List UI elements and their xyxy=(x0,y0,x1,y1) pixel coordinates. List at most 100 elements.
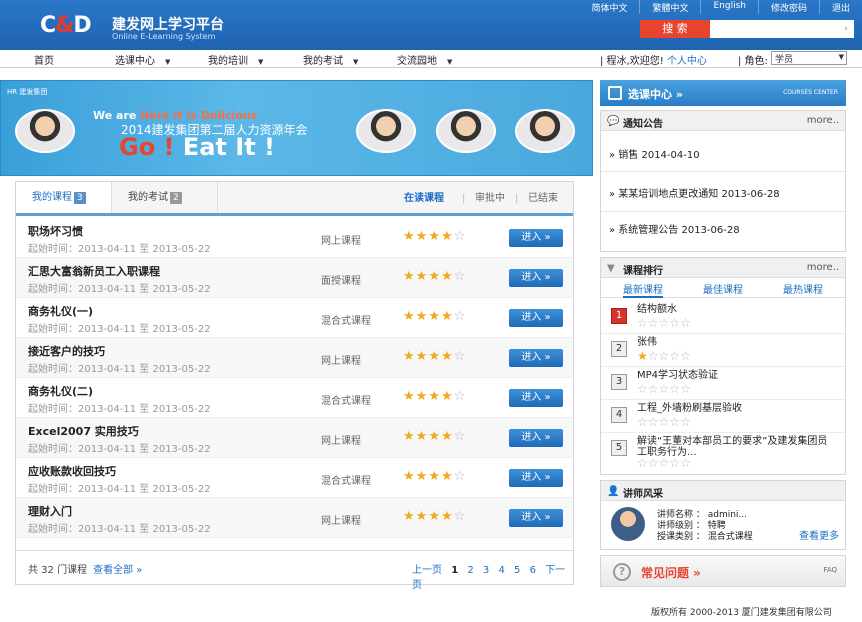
nav-community[interactable]: 交流园地 ▼ xyxy=(397,52,452,67)
table-row: 接近客户的技巧 起始时间：2013-04-11 至 2013-05-22 网上课程 ★… xyxy=(16,338,573,378)
search-go-icon[interactable]: › xyxy=(838,20,854,38)
table-row: 理财入门 起始时间：2013-04-11 至 2013-05-22 网上课程 ★★★★… xyxy=(16,498,573,538)
pager-page[interactable]: 3 xyxy=(483,565,489,576)
faq-box[interactable]: ? 常见问题 » FAQ xyxy=(600,555,846,587)
star-icon: ★ xyxy=(428,509,441,524)
divider xyxy=(601,333,845,334)
portrait-icon xyxy=(15,109,75,153)
star-icon: ★ xyxy=(415,309,429,324)
rank-course-name[interactable]: 张伟 xyxy=(637,337,837,348)
search-input[interactable] xyxy=(710,20,838,38)
star-icon: ☆ xyxy=(680,456,691,470)
pager-page[interactable]: 1 xyxy=(451,565,458,576)
star-icon: ☆ xyxy=(453,389,467,404)
portrait-icon xyxy=(515,109,575,153)
star-icon: ★ xyxy=(403,429,416,444)
star-icon: ☆ xyxy=(637,415,648,429)
teacher-type: 授课类别 ： 混合式课程 xyxy=(657,532,753,542)
course-rating: ★★★★☆ xyxy=(403,509,466,524)
tab-my-exams[interactable]: 我的考试 2 xyxy=(112,182,218,213)
logo[interactable]: C&D xyxy=(40,13,92,38)
filter-pending[interactable]: 审批中 xyxy=(475,182,505,216)
chevron-down-icon: ▼ xyxy=(447,58,453,66)
course-type: 网上课程 xyxy=(321,236,361,247)
star-icon: ☆ xyxy=(647,382,659,396)
pager-page[interactable]: 4 xyxy=(498,565,504,576)
monitor-icon xyxy=(608,86,622,100)
toplink-logout[interactable]: 退出 xyxy=(818,0,862,14)
search-button[interactable]: 搜 索 xyxy=(640,20,710,38)
nav-my-training[interactable]: 我的培训 ▼ xyxy=(208,52,263,67)
enter-button[interactable]: 进入 » xyxy=(509,469,563,487)
event-banner[interactable]: HR 建发集团 We are Here It is Delicious 2014… xyxy=(0,80,593,176)
course-title[interactable]: 接近客户的技巧 xyxy=(28,343,105,359)
filter-reading[interactable]: 在读课程 xyxy=(404,182,444,216)
rank-course-name[interactable]: 结构额水 xyxy=(637,304,837,315)
table-row: 职场坏习惯 起始时间：2013-04-11 至 2013-05-22 网上课程 ★★★… xyxy=(16,218,573,258)
rank-course-name[interactable]: 解读“王董对本部员工的要求”及建发集团员工职务行为... xyxy=(637,436,837,458)
course-time: 起始时间：2013-04-11 至 2013-05-22 xyxy=(28,244,211,255)
tab-newest[interactable]: 最新课程 xyxy=(623,281,663,298)
nav-home[interactable]: 首页 xyxy=(34,52,54,67)
toplink-change-password[interactable]: 修改密码 xyxy=(757,0,819,14)
tab-best[interactable]: 最佳课程 xyxy=(703,281,743,296)
course-title[interactable]: 应收账款收回技巧 xyxy=(28,463,116,479)
nav-course-center[interactable]: 选课中心 ▼ xyxy=(115,52,170,67)
ranking-more-link[interactable]: more.. xyxy=(807,262,839,273)
filter-done[interactable]: 已结束 xyxy=(528,182,558,216)
notice-item[interactable]: » 销售 2014-04-10 xyxy=(609,146,700,161)
course-type: 网上课程 xyxy=(321,356,361,367)
notice-box: 💬 通知公告 more.. » 销售 2014-04-10 » 某某培训地点更改… xyxy=(600,110,846,252)
star-icon: ☆ xyxy=(680,415,691,429)
pager-page[interactable]: 5 xyxy=(514,565,520,576)
star-icon: ☆ xyxy=(669,349,681,363)
header: C&D 建发网上学习平台 Online E-Learning System 简体… xyxy=(0,0,862,50)
enter-button[interactable]: 进入 » xyxy=(509,349,563,367)
banner-logo: HR 建发集团 xyxy=(7,88,48,96)
star-icon: ☆ xyxy=(647,316,659,330)
teacher-more-link[interactable]: 查看更多 xyxy=(799,527,839,542)
star-icon: ★ xyxy=(403,309,416,324)
star-icon: ★ xyxy=(403,509,416,524)
toplink-simplified[interactable]: 简体中文 xyxy=(579,0,639,14)
rank-number: 3 xyxy=(611,374,627,390)
course-title[interactable]: 商务礼仪(一) xyxy=(28,303,93,319)
rank-course-name[interactable]: MP4学习状态验证 xyxy=(637,370,837,381)
enter-button[interactable]: 进入 » xyxy=(509,269,563,287)
divider xyxy=(601,171,845,172)
star-icon: ★ xyxy=(440,429,454,444)
star-icon: ★ xyxy=(428,469,441,484)
toplink-traditional[interactable]: 繁體中文 xyxy=(639,0,700,14)
notice-item[interactable]: » 系统管理公告 2013-06-28 xyxy=(609,221,740,236)
pager-page[interactable]: 2 xyxy=(467,565,473,576)
role-select[interactable]: 学员 ▼ xyxy=(771,51,847,65)
course-title[interactable]: Excel2007 实用技巧 xyxy=(28,423,139,439)
notice-more-link[interactable]: more.. xyxy=(807,115,839,126)
nav-my-exams[interactable]: 我的考试 ▼ xyxy=(303,52,358,67)
pager-prev[interactable]: 上一页 xyxy=(412,565,442,576)
course-title[interactable]: 理财入门 xyxy=(28,503,72,519)
table-row: 商务礼仪(一) 起始时间：2013-04-11 至 2013-05-22 混合式课程… xyxy=(16,298,573,338)
tab-my-courses[interactable]: 我的课程 3 xyxy=(16,182,112,213)
tab-hottest[interactable]: 最热课程 xyxy=(783,281,823,296)
enter-button[interactable]: 进入 » xyxy=(509,509,563,527)
course-title[interactable]: 商务礼仪(二) xyxy=(28,383,93,399)
course-title[interactable]: 汇思大富翁新员工入职课程 xyxy=(28,263,160,279)
view-all-link[interactable]: 查看全部 » xyxy=(93,565,142,576)
star-icon: ☆ xyxy=(658,349,670,363)
courses-center-header[interactable]: 选课中心 » COURSES CENTER xyxy=(600,80,846,106)
rank-number: 4 xyxy=(611,407,627,423)
course-title[interactable]: 职场坏习惯 xyxy=(28,223,83,239)
star-icon: ★ xyxy=(415,389,429,404)
pager-page[interactable]: 6 xyxy=(530,565,536,576)
notice-item[interactable]: » 某某培训地点更改通知 2013-06-28 xyxy=(609,185,780,200)
enter-button[interactable]: 进入 » xyxy=(509,389,563,407)
personal-center-link[interactable]: 个人中心 xyxy=(667,56,707,67)
rank-course-name[interactable]: 工程_外墙粉刷基层验收 xyxy=(637,403,837,414)
enter-button[interactable]: 进入 » xyxy=(509,429,563,447)
copyright: 版权所有 2000-2013 厦门建发集团有限公司 xyxy=(651,608,832,618)
enter-button[interactable]: 进入 » xyxy=(509,309,563,327)
enter-button[interactable]: 进入 » xyxy=(509,229,563,247)
toplink-english[interactable]: English xyxy=(700,0,758,14)
star-icon: ★ xyxy=(440,309,454,324)
